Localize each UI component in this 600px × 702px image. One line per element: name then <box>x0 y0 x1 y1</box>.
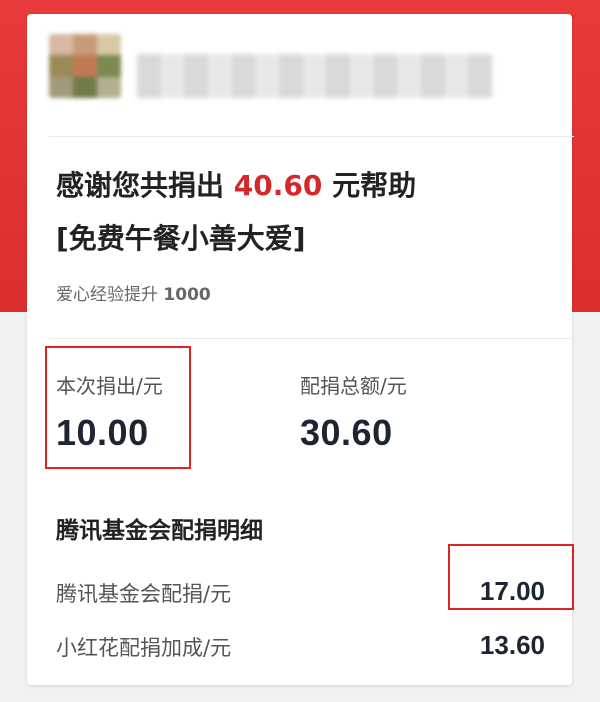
project-name[interactable]: [免费午餐小善大爱] <box>56 219 306 259</box>
match-total-label: 配捐总额/元 <box>300 374 407 398</box>
avatar[interactable] <box>49 34 121 98</box>
flower-bonus-label: 小红花配捐加成/元 <box>56 636 232 660</box>
foundation-match-label: 腾讯基金会配捐/元 <box>56 582 232 606</box>
highlight-box-foundation-match <box>448 544 574 610</box>
thank-prefix: 感谢您共捐出 <box>56 169 234 202</box>
user-name-blurred <box>137 54 493 98</box>
thank-you-message: 感谢您共捐出 40.60 元帮助 <box>56 166 416 206</box>
user-header <box>27 14 572 136</box>
divider <box>49 338 574 339</box>
match-details-title: 腾讯基金会配捐明细 <box>56 518 263 544</box>
experience-gain: 爱心经验提升 1000 <box>56 280 211 305</box>
thank-suffix: 元帮助 <box>322 169 417 202</box>
total-amount: 40.60 <box>233 169 323 202</box>
flower-bonus-value: 13.60 <box>479 630 545 660</box>
divider <box>49 136 574 137</box>
match-total-value: 30.60 <box>300 412 393 453</box>
donation-result-card: 感谢您共捐出 40.60 元帮助 [免费午餐小善大爱] 爱心经验提升 1000 … <box>27 14 574 685</box>
highlight-box-this-donation <box>45 346 191 469</box>
experience-value: 1000 <box>163 285 211 305</box>
experience-label: 爱心经验提升 <box>56 285 164 305</box>
